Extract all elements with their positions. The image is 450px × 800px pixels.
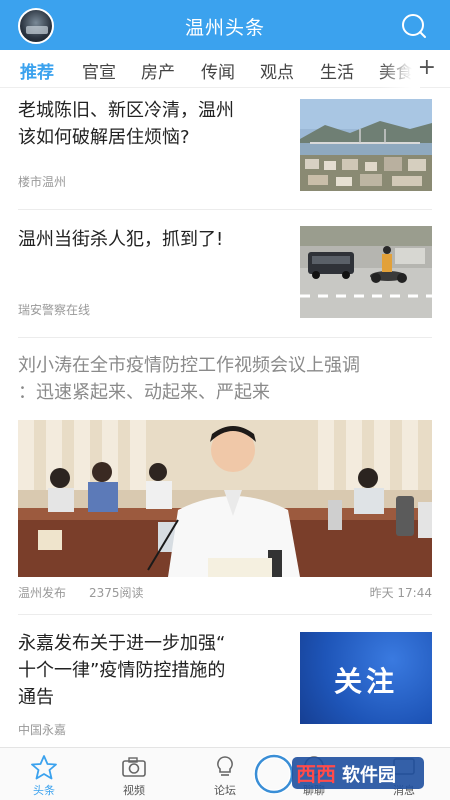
divider <box>18 209 432 210</box>
article-read-count: 2375阅读 <box>89 586 144 600</box>
svg-text:软件园: 软件园 <box>342 764 396 786</box>
add-tab-icon[interactable]: + <box>418 55 436 80</box>
article-item[interactable]: 老城陈旧、新区冷清，温州 该如何破解居住烦恼? <box>18 97 288 151</box>
article-title: 温州当街杀人犯，抓到了! <box>18 229 224 250</box>
tab-recommend[interactable]: 推荐 <box>20 58 54 83</box>
tab-opinion[interactable]: 观点 <box>260 58 294 83</box>
article-photo[interactable] <box>18 420 432 577</box>
thumbnail-text: 关注 <box>333 665 398 698</box>
tab-fade <box>380 50 420 88</box>
article-thumbnail[interactable]: 关注 <box>300 632 432 724</box>
watermark-logo: 西西 软件园 <box>252 748 432 798</box>
article-title: 永嘉发布关于进一步加强“ 十个一律”疫情防控措施的 通告 <box>18 633 226 708</box>
star-icon <box>31 755 57 780</box>
bulb-icon <box>217 756 233 776</box>
svg-text:西西: 西西 <box>296 762 336 786</box>
tab-official[interactable]: 官宣 <box>82 58 116 83</box>
article-item[interactable]: 刘小涛在全市疫情防控工作视频会议上强调 ：迅速紧起来、动起来、严起来 <box>18 352 432 406</box>
article-item[interactable]: 永嘉发布关于进一步加强“ 十个一律”疫情防控措施的 通告 <box>18 630 288 711</box>
article-source: 中国永嘉 <box>18 723 67 737</box>
tab-life[interactable]: 生活 <box>320 58 354 83</box>
app-title: 温州头条 <box>184 17 265 39</box>
tab-rumor[interactable]: 传闻 <box>201 58 235 83</box>
article-thumbnail[interactable] <box>300 99 432 191</box>
divider <box>18 337 432 338</box>
article-item[interactable]: 温州当街杀人犯，抓到了! <box>18 226 288 253</box>
nav-forum[interactable]: 论坛 <box>195 754 255 798</box>
camera-icon <box>122 757 146 777</box>
nav-headlines[interactable]: 头条 <box>14 754 74 798</box>
article-source: 瑞安警察在线 <box>18 303 91 317</box>
article-source: 温州发布 <box>18 586 67 600</box>
article-title: 老城陈旧、新区冷清，温州 该如何破解居住烦恼? <box>18 100 234 148</box>
nav-video[interactable]: 视频 <box>104 754 164 798</box>
search-icon[interactable] <box>400 12 428 40</box>
article-time: 昨天 17:44 <box>369 586 432 600</box>
tab-property[interactable]: 房产 <box>141 58 175 83</box>
category-tabs: 推荐 官宣 房产 传闻 观点 生活 美食 + <box>0 50 450 88</box>
article-title: 刘小涛在全市疫情防控工作视频会议上强调 ：迅速紧起来、动起来、严起来 <box>18 355 360 403</box>
article-thumbnail[interactable] <box>300 226 432 318</box>
divider <box>18 614 432 615</box>
app-header: 温州头条 <box>0 0 450 50</box>
article-source: 楼市温州 <box>18 175 67 189</box>
